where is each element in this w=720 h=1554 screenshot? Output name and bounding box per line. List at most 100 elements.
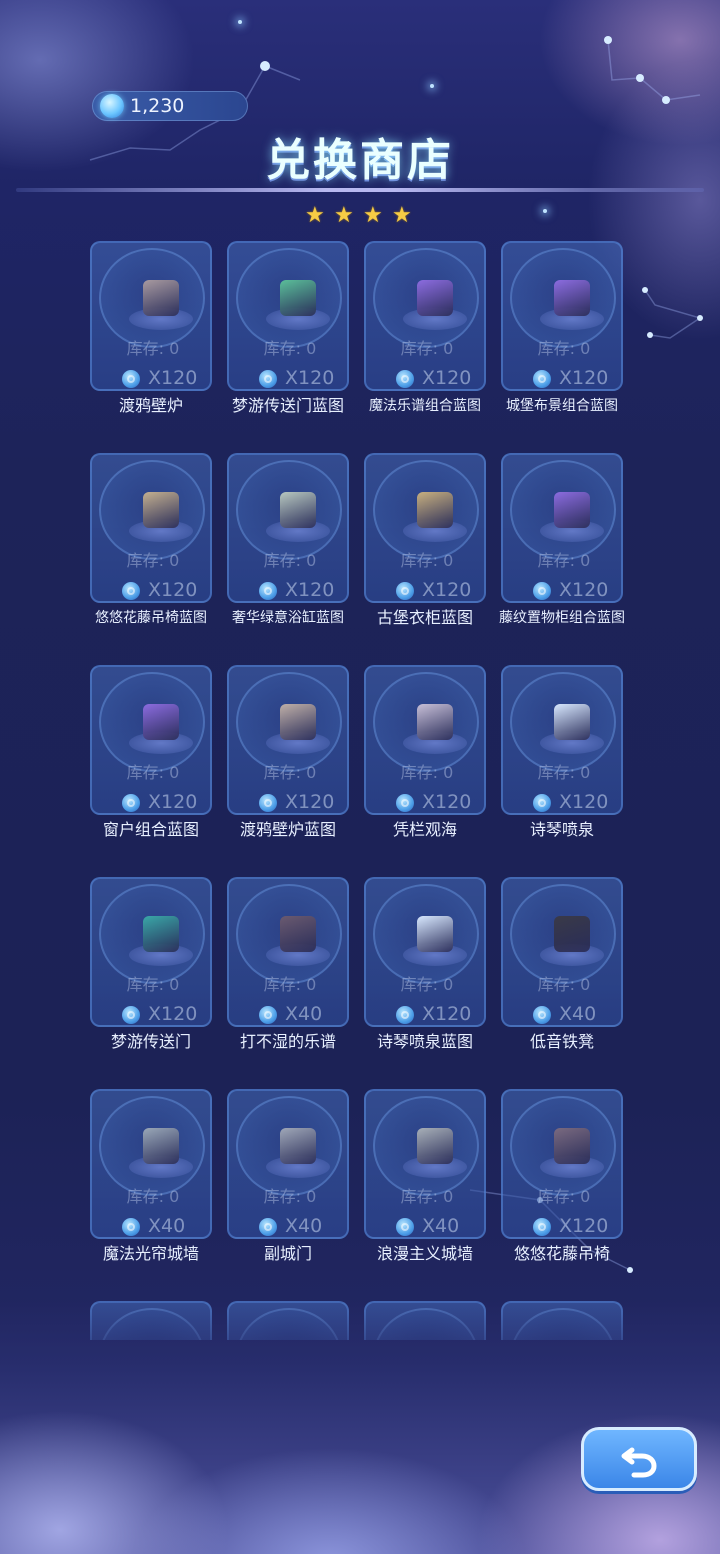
item-display-orb	[510, 248, 616, 348]
item-name: 低音铁凳	[529, 1032, 594, 1051]
shop-item-card[interactable]: 库存: 0 X120 窗户组合蓝图	[90, 665, 212, 865]
item-name: 凭栏观海	[392, 820, 457, 839]
item-name: 梦游传送门蓝图	[231, 396, 344, 415]
item-panel: 库存: 0 X120	[364, 665, 486, 815]
castle-wall-icon	[417, 1128, 453, 1164]
stock-label: 库存: 0	[263, 1187, 317, 1206]
stock-label: 库存: 0	[263, 763, 317, 782]
stock-label: 库存: 0	[400, 339, 454, 358]
shop-item-grid: 库存: 0 X120 渡鸦壁炉 库存: 0 X120 梦游传送门蓝图 库存: 0 X120 魔法…	[0, 0, 720, 1340]
price-row: X120	[229, 791, 351, 815]
price-value: X120	[148, 579, 198, 601]
item-display-orb	[99, 672, 205, 772]
price-row: X120	[92, 791, 214, 815]
item-panel: 库存: 0 X120	[364, 241, 486, 391]
price-value: X120	[422, 367, 472, 389]
shop-item-card[interactable]: 库存: 0 X120 梦游传送门	[90, 877, 212, 1077]
shop-item-card[interactable]: 库存: 0 X120 奢华绿意浴缸蓝图	[227, 453, 349, 653]
item-name: 悠悠花藤吊椅蓝图	[95, 610, 207, 626]
item-panel: 库存: 0 X40	[227, 1089, 349, 1239]
fireplace-icon	[143, 280, 179, 316]
gem-currency-icon	[396, 370, 414, 388]
shop-item-card[interactable]: 库存: 0 X40 低音铁凳	[501, 877, 623, 1077]
gem-currency-icon	[533, 1218, 551, 1236]
item-name: 藤纹置物柜组合蓝图	[499, 610, 625, 626]
price-value: X40	[285, 1215, 323, 1237]
item-name: 打不湿的乐谱	[239, 1032, 336, 1051]
shop-item-card[interactable]: 库存: 0 X40 魔法光帘城墙	[90, 1089, 212, 1289]
price-value: X120	[559, 579, 609, 601]
item-name: 诗琴喷泉蓝图	[376, 1032, 473, 1051]
swing-chair-icon	[554, 1128, 590, 1164]
item-display-orb	[236, 460, 342, 560]
stock-label: 库存: 0	[263, 975, 317, 994]
stool-icon	[554, 916, 590, 952]
gem-currency-icon	[533, 582, 551, 600]
price-value: X120	[148, 367, 198, 389]
shop-item-card[interactable]: 库存: 0 X120 渡鸦壁炉蓝图	[227, 665, 349, 865]
item-panel: 库存: 0 X40	[501, 877, 623, 1027]
price-row: X120	[366, 367, 488, 391]
stock-label: 库存: 0	[537, 763, 591, 782]
item-name: 魔法光帘城墙	[102, 1244, 199, 1263]
fireplace-blueprint-icon	[280, 704, 316, 740]
stock-label: 库存: 0	[537, 551, 591, 570]
price-value: X120	[285, 367, 335, 389]
gem-currency-icon	[533, 794, 551, 812]
price-value: X120	[559, 791, 609, 813]
gem-currency-icon	[122, 1218, 140, 1236]
item-name: 悠悠花藤吊椅	[513, 1244, 610, 1263]
gem-currency-icon	[259, 1006, 277, 1024]
gem-currency-icon	[396, 582, 414, 600]
price-value: X120	[148, 791, 198, 813]
shop-item-card[interactable]: 库存: 0 X120 藤纹置物柜组合蓝图	[499, 453, 625, 653]
price-row: X40	[92, 1215, 214, 1239]
shop-item-card[interactable]: 库存: 0 X40 副城门	[227, 1089, 349, 1289]
fountain-icon	[554, 704, 590, 740]
gem-currency-icon	[533, 370, 551, 388]
music-score-icon	[280, 916, 316, 952]
item-display-orb	[99, 248, 205, 348]
shop-item-card[interactable]: 库存: 0 X120 悠悠花藤吊椅蓝图	[90, 453, 212, 653]
item-name: 梦游传送门	[110, 1032, 191, 1051]
item-name: 窗户组合蓝图	[102, 820, 199, 839]
gem-currency-icon	[122, 1006, 140, 1024]
back-button[interactable]	[581, 1427, 697, 1491]
shop-item-card[interactable]: 库存: 0 X120 梦游传送门蓝图	[227, 241, 349, 441]
shop-item-card[interactable]: 库存: 0 X120 渡鸦壁炉	[90, 241, 212, 441]
stock-label: 库存: 0	[126, 763, 180, 782]
item-display-orb	[236, 884, 342, 984]
item-display-orb	[373, 1096, 479, 1196]
portal-blueprint-icon	[280, 280, 316, 316]
shop-item-card[interactable]: 库存: 0 X120 凭栏观海	[364, 665, 486, 865]
item-display-orb	[99, 1096, 205, 1196]
shop-item-card[interactable]: 库存: 0 X120 城堡布景组合蓝图	[501, 241, 623, 441]
item-panel: 库存: 0 X120	[227, 241, 349, 391]
item-display-orb	[373, 460, 479, 560]
item-display-orb	[236, 1096, 342, 1196]
shop-item-card[interactable]: 库存: 0 X120 悠悠花藤吊椅	[501, 1089, 623, 1289]
stock-label: 库存: 0	[126, 975, 180, 994]
shop-item-card[interactable]: 库存: 0 X40 打不湿的乐谱	[227, 877, 349, 1077]
item-panel: 库存: 0 X120	[227, 453, 349, 603]
shop-item-card[interactable]: 库存: 0 X120 魔法乐谱组合蓝图	[364, 241, 486, 441]
item-panel: 库存: 0 X120	[90, 877, 212, 1027]
price-row: X120	[366, 791, 488, 815]
price-value: X120	[422, 579, 472, 601]
item-name: 奢华绿意浴缸蓝图	[232, 610, 344, 626]
gem-currency-icon	[259, 582, 277, 600]
item-panel: 库存: 0 X120	[90, 665, 212, 815]
shop-item-card[interactable]: 库存: 0 X120 诗琴喷泉	[501, 665, 623, 865]
item-name: 魔法乐谱组合蓝图	[369, 398, 481, 414]
blueprint-icon	[417, 280, 453, 316]
item-display-orb	[510, 1096, 616, 1196]
price-row: X120	[92, 579, 214, 603]
price-value: X120	[559, 367, 609, 389]
shop-item-card[interactable]: 库存: 0 X120 诗琴喷泉蓝图	[364, 877, 486, 1077]
stock-label: 库存: 0	[263, 339, 317, 358]
item-panel: 库存: 0 X40	[90, 1089, 212, 1239]
item-panel: 库存: 0 X120	[364, 877, 486, 1027]
shop-item-card[interactable]: 库存: 0 X40 浪漫主义城墙	[364, 1089, 486, 1289]
item-display-orb	[510, 884, 616, 984]
shop-item-card[interactable]: 库存: 0 X120 古堡衣柜蓝图	[364, 453, 486, 653]
